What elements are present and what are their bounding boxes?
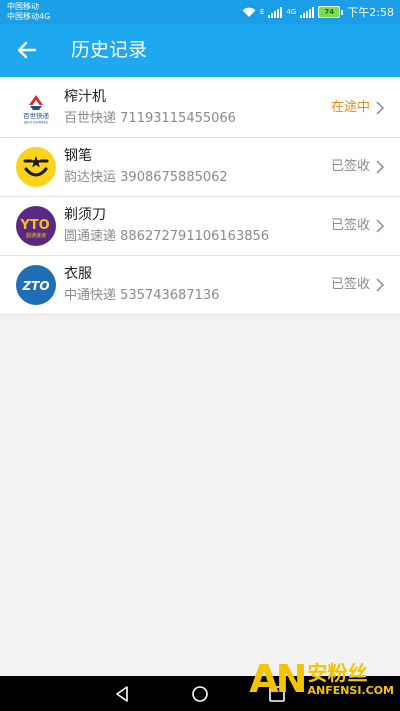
list-item[interactable]: ZTO 衣服 中通快递 535743687136 已签收 [0,256,400,315]
list-item[interactable]: 百世快递 BEST EXPRESS 榨汁机 百世快递 7119311545506… [0,79,400,138]
item-tracking: 百世快递 71193115455066 [64,110,236,127]
item-name: 榨汁机 [64,89,106,105]
clock: 下午2:58 [347,6,394,19]
chevron-right-icon [376,278,385,292]
item-tracking: 韵达快运 3908675885062 [64,169,228,186]
app-bar: 历史记录 [0,24,400,77]
page-title: 历史记录 [71,39,148,61]
network-type-1: E [259,8,265,16]
svg-text:圆通速递: 圆通速递 [26,232,46,239]
back-arrow-icon [17,41,37,59]
chevron-right-icon [376,219,385,233]
home-circle-icon[interactable] [189,683,211,705]
list-item[interactable]: 钢笔 韵达快运 3908675885062 已签收 [0,138,400,197]
best-express-logo-icon: 百世快递 BEST EXPRESS [16,88,56,128]
watermark-en: ANFENSI.COM [307,683,394,697]
courier-name: 中通快递 [64,288,117,303]
carrier-info: 中国移动 中国移动4G [7,2,50,22]
status-icons: E 4G 74 下午2:58 [242,3,394,21]
status-label: 已签收 [330,218,370,233]
item-name: 衣服 [64,266,92,282]
battery-icon: 74 [318,6,344,18]
svg-text:ZTO: ZTO [21,279,49,293]
status-label: 已签收 [330,159,370,174]
list-item[interactable]: YTO 圆通速递 剃须刀 圆通速递 886272791106163856 已签收 [0,197,400,256]
watermark-text: 安粉丝 ANFENSI.COM [307,662,394,697]
courier-name: 百世快递 [64,111,117,126]
watermark: AN 安粉丝 ANFENSI.COM [249,654,394,704]
status-label: 已签收 [330,277,370,292]
yunda-logo-icon [16,147,56,187]
carrier-1: 中国移动 [7,2,39,11]
tracking-number: 886272791106163856 [120,229,270,244]
yto-logo-icon: YTO 圆通速递 [16,206,56,246]
watermark-cn: 安粉丝 [307,660,368,685]
chevron-right-icon [376,101,385,115]
signal-icon [268,6,283,18]
back-triangle-icon[interactable] [111,683,133,705]
history-list: 百世快递 BEST EXPRESS 榨汁机 百世快递 7119311545506… [0,79,400,315]
battery-level: 74 [318,6,341,18]
courier-name: 韵达快运 [64,170,117,185]
carrier-2: 中国移动4G [7,12,51,21]
watermark-mark: AN [249,657,307,701]
screen: 中国移动 中国移动4G E 4G 74 下午2:58 历史记录 百世快递 BES… [0,0,400,711]
item-tracking: 中通快递 535743687136 [64,287,219,304]
back-button[interactable] [10,33,44,67]
svg-text:BEST EXPRESS: BEST EXPRESS [24,121,48,125]
wifi-icon [242,7,256,17]
status-label: 在途中 [330,100,370,115]
signal-icon-2 [300,6,315,18]
courier-name: 圆通速递 [64,229,117,244]
tracking-number: 71193115455066 [120,111,236,126]
svg-text:YTO: YTO [19,218,49,233]
item-name: 剃须刀 [64,207,106,223]
tracking-number: 535743687136 [120,288,220,303]
status-bar: 中国移动 中国移动4G E 4G 74 下午2:58 [0,0,400,24]
chevron-right-icon [376,160,385,174]
tracking-number: 3908675885062 [120,170,228,185]
zto-logo-icon: ZTO [16,265,56,305]
item-name: 钢笔 [64,148,92,164]
item-tracking: 圆通速递 886272791106163856 [64,228,269,245]
svg-text:百世快递: 百世快递 [23,111,50,120]
network-type-2: 4G [286,8,297,16]
